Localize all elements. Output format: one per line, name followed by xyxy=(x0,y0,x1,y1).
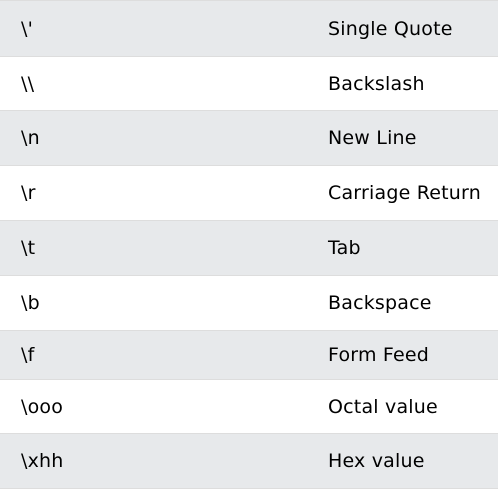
table-row: \\ Backslash xyxy=(0,56,498,110)
escape-description: Backspace xyxy=(328,292,432,314)
escape-description: Single Quote xyxy=(328,17,453,40)
escape-description: Backslash xyxy=(328,72,425,95)
escape-description: New Line xyxy=(328,127,417,149)
table-row: \r Carriage Return xyxy=(0,165,498,220)
escape-characters-table: \' Single Quote \\ Backslash \n New Line… xyxy=(0,0,498,489)
table-row: \ooo Octal value xyxy=(0,379,498,433)
escape-code: \b xyxy=(21,292,40,314)
escape-description: Carriage Return xyxy=(328,182,481,204)
escape-code: \\ xyxy=(21,72,35,95)
table-row: \f Form Feed xyxy=(0,330,498,379)
escape-description: Tab xyxy=(328,237,361,259)
escape-code: \t xyxy=(21,237,36,259)
table-row: \' Single Quote xyxy=(0,0,498,56)
escape-code: \xhh xyxy=(21,450,64,472)
escape-description: Form Feed xyxy=(328,344,430,366)
escape-code: \f xyxy=(21,344,35,366)
escape-description: Octal value xyxy=(328,395,438,418)
escape-description: Hex value xyxy=(328,450,425,472)
table-row: \n New Line xyxy=(0,110,498,165)
table-row: \b Backspace xyxy=(0,275,498,330)
table-row: \xhh Hex value xyxy=(0,433,498,488)
escape-code: \ooo xyxy=(21,395,64,418)
escape-code: \r xyxy=(21,182,36,204)
table-row: \t Tab xyxy=(0,220,498,275)
escape-code: \' xyxy=(21,17,34,40)
escape-code: \n xyxy=(21,127,40,149)
